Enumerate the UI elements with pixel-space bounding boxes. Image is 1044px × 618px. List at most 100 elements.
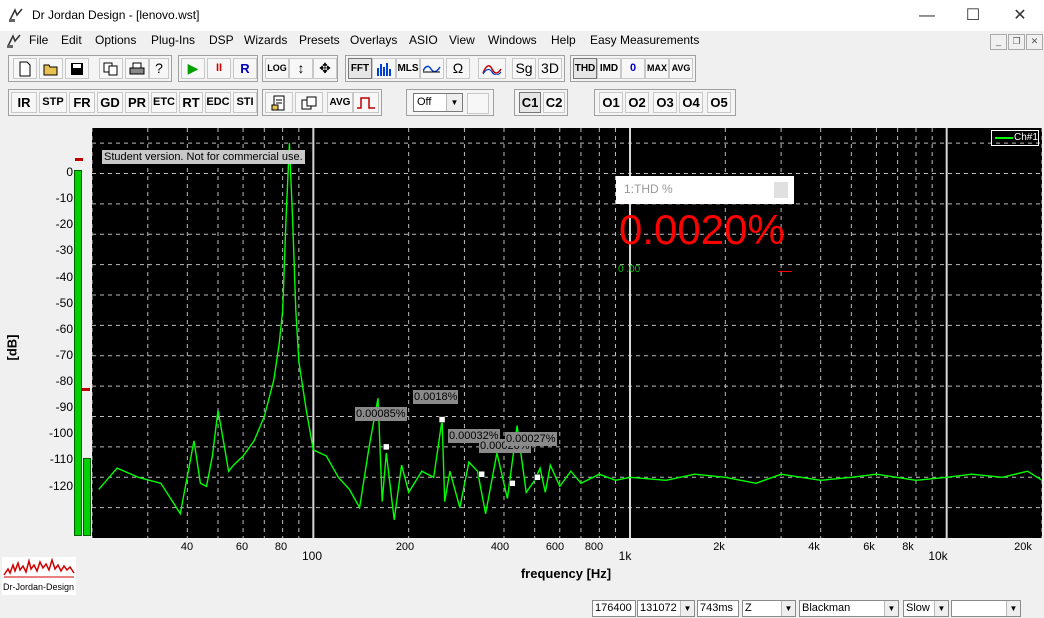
speed-select[interactable]: Slow ▼ bbox=[903, 600, 949, 617]
print-icon[interactable] bbox=[125, 58, 149, 79]
x-axis-label: frequency [Hz] bbox=[520, 566, 612, 581]
waterfall-3d-button[interactable]: 3D bbox=[538, 58, 562, 79]
chevron-down-icon: ▼ bbox=[680, 601, 694, 616]
fr-button[interactable]: FR bbox=[69, 92, 95, 113]
menu-dsp[interactable]: DSP bbox=[209, 33, 234, 47]
fft-plot-svg bbox=[92, 128, 1042, 538]
legend-label: Ch#1 bbox=[1014, 132, 1038, 143]
x-tick-label: 600 bbox=[545, 541, 565, 553]
menu-edit[interactable]: Edit bbox=[61, 33, 82, 47]
speed-value: Slow bbox=[906, 602, 930, 614]
output-3-button[interactable]: O3 bbox=[653, 92, 677, 113]
sti-button[interactable]: STI bbox=[233, 92, 257, 113]
menu-file[interactable]: File bbox=[29, 33, 48, 47]
rt-button[interactable]: RT bbox=[179, 92, 203, 113]
channel-2-button[interactable]: C2 bbox=[543, 92, 565, 113]
log-scale-button[interactable]: LOG bbox=[265, 58, 289, 79]
help-icon[interactable]: ? bbox=[149, 58, 169, 79]
menu-easy-measurements[interactable]: Easy Measurements bbox=[590, 33, 699, 47]
impedance-button[interactable]: Ω bbox=[446, 58, 470, 79]
copy-icon[interactable] bbox=[99, 58, 123, 79]
move-icon[interactable]: ✥ bbox=[313, 58, 337, 79]
logo-waveform-icon bbox=[3, 557, 75, 578]
menu-plug-ins[interactable]: Plug-Ins bbox=[151, 33, 195, 47]
maximize-button[interactable]: ☐ bbox=[950, 0, 996, 31]
new-file-icon[interactable] bbox=[13, 58, 37, 79]
vertical-zoom-icon[interactable]: ↕ bbox=[289, 58, 313, 79]
pr-button[interactable]: PR bbox=[125, 92, 149, 113]
save-icon[interactable] bbox=[65, 58, 89, 79]
avg-button[interactable]: AVG bbox=[669, 58, 693, 79]
signal-generator-icon[interactable] bbox=[478, 58, 506, 79]
y-tick-label: -10 bbox=[55, 191, 73, 205]
windows-icon[interactable] bbox=[295, 92, 323, 113]
weighting-value: Z bbox=[745, 602, 752, 614]
thd-bar-left-label: 0 .00 bbox=[618, 264, 641, 275]
output-1-button[interactable]: O1 bbox=[599, 92, 623, 113]
level-meter bbox=[74, 156, 92, 536]
fft-plot[interactable]: Student version. Not for commercial use.… bbox=[92, 128, 1042, 538]
waveform-icon[interactable] bbox=[420, 58, 444, 79]
x-tick-label: 40 bbox=[180, 541, 194, 553]
level-meter-peak-marker bbox=[75, 158, 83, 161]
properties-icon[interactable] bbox=[265, 92, 293, 113]
menu-presets[interactable]: Presets bbox=[299, 33, 340, 47]
averaging-select-value: Off bbox=[417, 96, 432, 108]
output-5-button[interactable]: O5 bbox=[707, 92, 731, 113]
mls-button[interactable]: MLS bbox=[396, 58, 420, 79]
stp-button[interactable]: STP bbox=[39, 92, 67, 113]
document-icon[interactable] bbox=[6, 33, 22, 49]
fft-size-value: 131072 bbox=[640, 602, 677, 614]
mdi-restore-button[interactable]: ❐ bbox=[1008, 34, 1025, 50]
fft-size-select[interactable]: 131072 ▼ bbox=[637, 600, 695, 617]
weighting-select[interactable]: Z ▼ bbox=[742, 600, 796, 617]
menu-view[interactable]: View bbox=[449, 33, 475, 47]
menu-bar: File Edit Options Plug-Ins DSP Wizards P… bbox=[0, 31, 1044, 51]
spectrum-bars-icon[interactable] bbox=[372, 58, 396, 79]
menu-options[interactable]: Options bbox=[95, 33, 136, 47]
play-button[interactable]: ▶ bbox=[181, 58, 205, 79]
minimize-button[interactable]: — bbox=[904, 0, 950, 31]
window-function-value: Blackman bbox=[802, 602, 851, 614]
record-button[interactable]: R bbox=[233, 58, 257, 79]
gd-button[interactable]: GD bbox=[97, 92, 123, 113]
blank-button[interactable] bbox=[467, 93, 489, 114]
thd-close-button[interactable] bbox=[774, 182, 788, 198]
mdi-minimize-button[interactable]: _ bbox=[990, 34, 1007, 50]
x-tick-label: 2k bbox=[713, 541, 725, 553]
x-tick-label: 200 bbox=[395, 541, 415, 553]
zero-button[interactable]: 0 bbox=[621, 58, 645, 79]
etc-button[interactable]: ETC bbox=[151, 92, 177, 113]
open-folder-icon[interactable] bbox=[39, 58, 63, 79]
extra-select[interactable]: ▼ bbox=[951, 600, 1021, 617]
channel-1-button[interactable]: C1 bbox=[519, 92, 541, 113]
close-button[interactable]: ✕ bbox=[997, 0, 1043, 31]
window-function-select[interactable]: Blackman ▼ bbox=[799, 600, 899, 617]
avg-toolbar-button[interactable]: AVG bbox=[327, 92, 353, 113]
ir-button[interactable]: IR bbox=[11, 92, 37, 113]
menu-help[interactable]: Help bbox=[551, 33, 576, 47]
app-icon[interactable] bbox=[8, 7, 24, 23]
mdi-close-button[interactable]: ✕ bbox=[1026, 34, 1043, 50]
title-bar: Dr Jordan Design - [lenovo.wst] — ☐ ✕ bbox=[0, 0, 1044, 31]
edc-button[interactable]: EDC bbox=[205, 92, 231, 113]
run-toolbar-group: ▶ II R bbox=[178, 55, 258, 82]
averaging-select[interactable]: Off ▼ bbox=[413, 93, 463, 112]
menu-wizards[interactable]: Wizards bbox=[244, 33, 287, 47]
menu-asio[interactable]: ASIO bbox=[409, 33, 438, 47]
max-button[interactable]: MAX bbox=[645, 58, 669, 79]
thd-button[interactable]: THD bbox=[573, 58, 597, 79]
pulse-icon[interactable] bbox=[353, 92, 379, 113]
menu-overlays[interactable]: Overlays bbox=[350, 33, 397, 47]
x-tick-label: 4k bbox=[808, 541, 820, 553]
pause-button[interactable]: II bbox=[207, 58, 231, 79]
fft-button[interactable]: FFT bbox=[348, 58, 372, 79]
thd-bar-marker bbox=[778, 271, 792, 272]
level-meter-bar-left bbox=[74, 170, 82, 536]
spectrogram-button[interactable]: Sg bbox=[512, 58, 536, 79]
y-tick-label: -110 bbox=[49, 452, 73, 466]
imd-button[interactable]: IMD bbox=[597, 58, 621, 79]
output-4-button[interactable]: O4 bbox=[679, 92, 703, 113]
output-2-button[interactable]: O2 bbox=[625, 92, 649, 113]
menu-windows[interactable]: Windows bbox=[488, 33, 537, 47]
